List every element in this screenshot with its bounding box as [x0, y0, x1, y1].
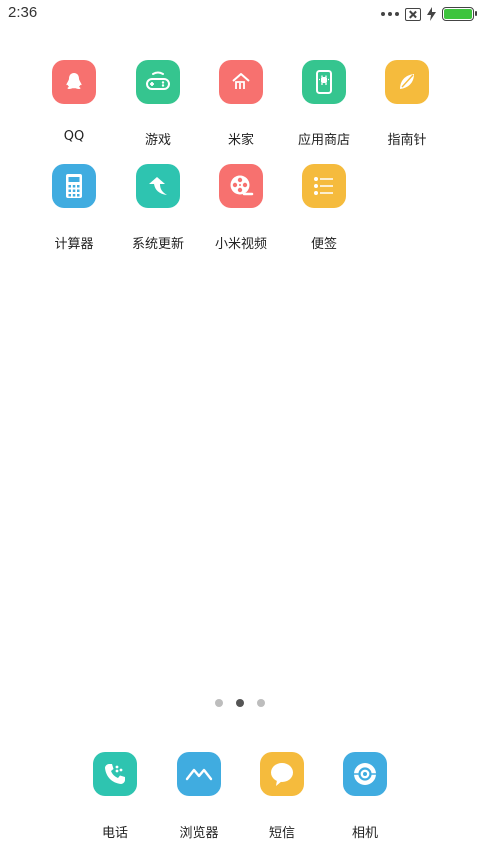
film-reel-icon — [230, 175, 254, 196]
gamepad-icon — [146, 71, 170, 90]
mi-home-icon — [232, 73, 250, 89]
app-label: 浏览器 — [179, 826, 219, 841]
battery-icon — [442, 7, 477, 21]
app-mi-home-tile — [219, 60, 263, 104]
browser-icon — [185, 768, 213, 781]
app-games[interactable]: 游戏 — [116, 60, 200, 148]
app-label: QQ — [63, 129, 85, 144]
app-label: 小米视频 — [214, 237, 267, 252]
app-label: 计算器 — [54, 237, 94, 252]
dock-app-messages[interactable]: 短信 — [240, 752, 324, 841]
app-store-icon — [316, 70, 332, 94]
battery-level-fill — [444, 9, 472, 19]
app-store[interactable]: 应用商店 — [282, 60, 366, 148]
more-notifications-icon — [381, 12, 399, 16]
page-indicator — [0, 699, 480, 707]
dock-app-browser-tile — [177, 752, 221, 796]
app-mi-video-tile — [219, 164, 263, 208]
app-mi-home[interactable]: 米家 — [199, 60, 283, 148]
dock-app-phone[interactable]: 电话 — [73, 752, 157, 841]
camera-icon — [354, 763, 376, 785]
app-label: 短信 — [268, 826, 295, 841]
dock-app-browser[interactable]: 浏览器 — [157, 752, 241, 841]
update-arrow-icon — [149, 177, 167, 195]
penguin-icon — [66, 73, 82, 90]
dock-app-phone-tile — [93, 752, 137, 796]
app-calculator[interactable]: 计算器 — [32, 164, 116, 252]
dock-app-camera[interactable]: 相机 — [323, 752, 407, 841]
notes-list-icon — [314, 177, 333, 195]
message-icon — [271, 763, 293, 786]
dock-app-messages-tile — [260, 752, 304, 796]
app-label: 游戏 — [144, 133, 171, 148]
page-dot-2-active[interactable] — [236, 699, 244, 707]
app-qq-tile — [52, 60, 96, 104]
app-calculator-tile — [52, 164, 96, 208]
charging-icon — [427, 7, 436, 21]
status-icons — [381, 5, 477, 23]
app-qq[interactable]: QQ — [32, 60, 116, 144]
app-compass-tile — [385, 60, 429, 104]
page-dot-1[interactable] — [215, 699, 223, 707]
app-label: 系统更新 — [131, 237, 184, 252]
dock-app-camera-tile — [343, 752, 387, 796]
app-compass[interactable]: 指南针 — [365, 60, 449, 148]
app-label: 电话 — [101, 826, 128, 841]
status-time: 2:36 — [8, 4, 38, 21]
app-notes-tile — [302, 164, 346, 208]
status-bar: 2:36 — [0, 0, 480, 28]
app-store-tile — [302, 60, 346, 104]
app-label: 指南针 — [387, 133, 427, 148]
app-label: 米家 — [227, 133, 254, 148]
app-label: 应用商店 — [297, 133, 350, 148]
no-sim-icon — [405, 7, 421, 21]
app-notes[interactable]: 便签 — [282, 164, 366, 252]
app-system-update-tile — [136, 164, 180, 208]
phone-icon — [105, 764, 125, 784]
app-label: 便签 — [310, 237, 337, 252]
app-system-update[interactable]: 系统更新 — [116, 164, 200, 252]
page-dot-3[interactable] — [257, 699, 265, 707]
app-mi-video[interactable]: 小米视频 — [199, 164, 283, 252]
calculator-icon — [66, 174, 82, 198]
app-games-tile — [136, 60, 180, 104]
compass-icon — [400, 74, 414, 89]
app-label: 相机 — [351, 826, 378, 841]
